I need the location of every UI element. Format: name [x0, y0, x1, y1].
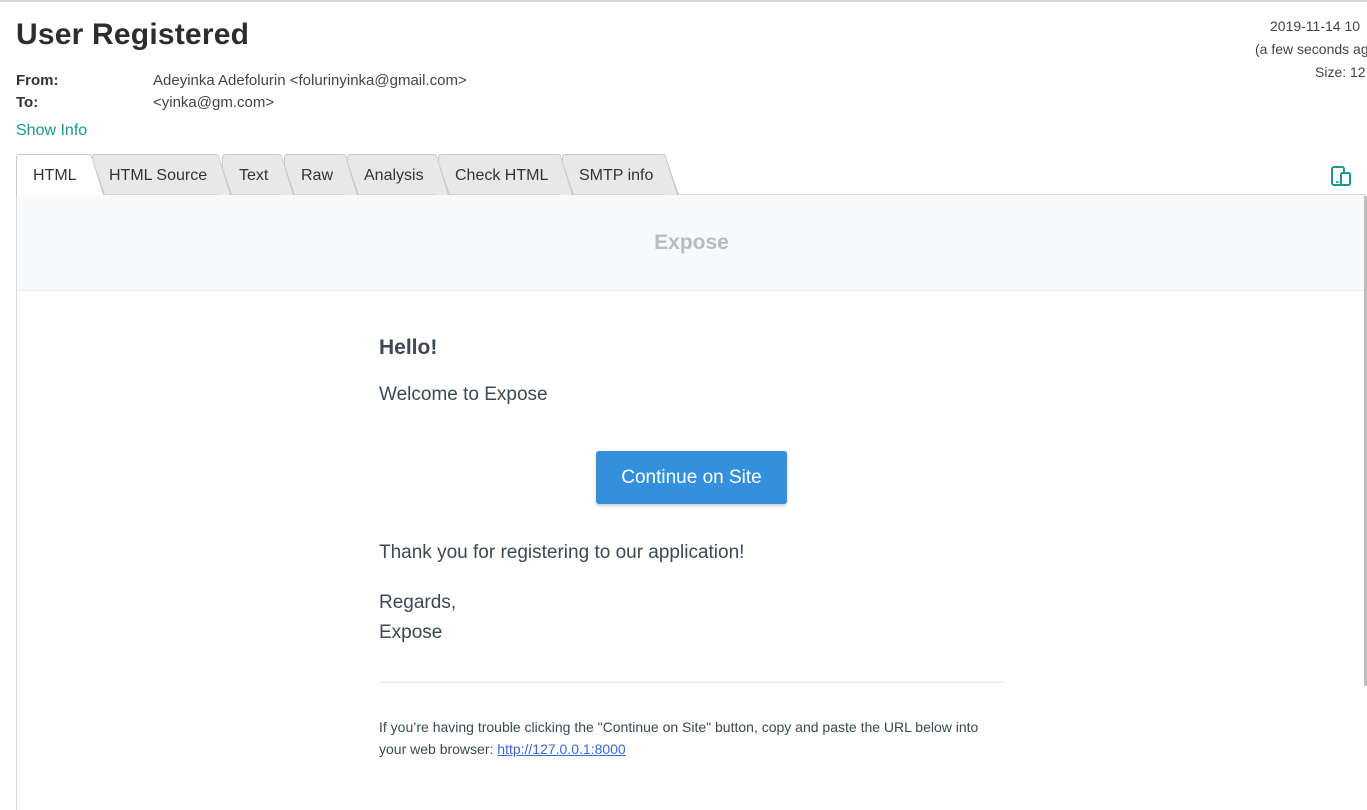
from-value: Adeyinka Adefolurin <folurinyinka@gmail.…	[153, 72, 467, 89]
to-value: <yinka@gm.com>	[153, 94, 275, 111]
email-intro: Welcome to Expose	[379, 384, 548, 405]
message-size: Size: 12	[1315, 64, 1366, 80]
subcopy-url-link[interactable]: http://127.0.0.1:8000	[497, 741, 625, 757]
tab-html-source[interactable]: HTML Source	[92, 154, 232, 195]
show-info-link[interactable]: Show Info	[16, 122, 87, 140]
message-date: 2019-11-14 10	[1270, 18, 1361, 34]
continue-on-site-button[interactable]: Continue on Site	[596, 451, 787, 504]
top-divider	[0, 0, 1367, 2]
email-regards: Regards,	[379, 592, 457, 613]
email-brand[interactable]: Expose	[17, 231, 1366, 255]
tab-check-html[interactable]: Check HTML	[438, 154, 574, 195]
email-subcopy: If you’re having trouble clicking the "C…	[379, 716, 1003, 760]
subcopy-text: If you’re having trouble clicking the "C…	[379, 719, 979, 757]
to-label: To:	[16, 94, 39, 111]
email-outro: Thank you for registering to our applica…	[379, 542, 745, 563]
html-preview-frame: Expose Hello! Welcome to Expose Continue…	[16, 194, 1366, 810]
email-signature: Expose	[379, 622, 443, 643]
tab-analysis[interactable]: Analysis	[347, 154, 450, 195]
tab-html[interactable]: HTML	[16, 154, 105, 195]
tab-smtp-info[interactable]: SMTP info	[562, 154, 679, 195]
from-label: From:	[16, 72, 59, 89]
message-relative-time: (a few seconds ag	[1255, 41, 1367, 57]
email-greeting: Hello!	[379, 336, 438, 359]
responsive-devices-icon[interactable]	[1330, 165, 1352, 187]
email-header: Expose	[17, 195, 1366, 291]
view-tabs: HTML HTML Source Text Raw Analysis Check…	[16, 154, 1367, 195]
message-subject: User Registered	[16, 18, 250, 51]
email-divider	[379, 682, 1003, 683]
